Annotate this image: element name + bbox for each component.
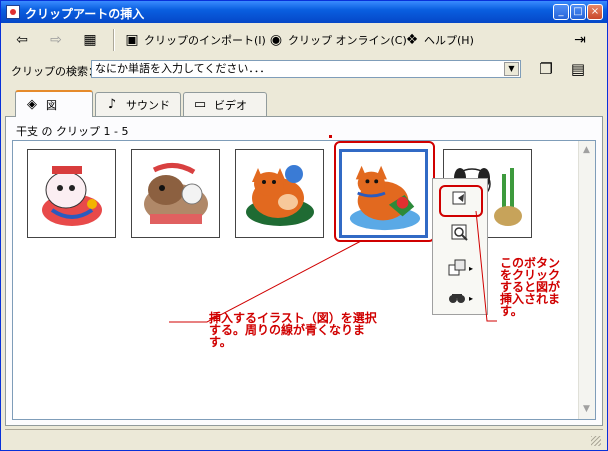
annotation-select-note: 挿入するイラスト（図）を選択 する。周りの線が青くなりま す。 bbox=[209, 312, 377, 348]
annotation-line: する。周りの線が青くなりま bbox=[209, 323, 366, 337]
annotation-line: す。 bbox=[209, 335, 232, 349]
tab-pictures[interactable]: ◈ 図 bbox=[15, 90, 93, 117]
status-bar bbox=[5, 429, 603, 448]
annotation-line: す。 bbox=[500, 304, 523, 318]
tab-pictures-label: 図 bbox=[46, 98, 57, 112]
clipart-window: クリップアートの挿入 _ □ × ⇦ ⇨ ▦ ▣ クリップのインポート(I) ◉… bbox=[0, 0, 608, 451]
right-pointer-line bbox=[475, 210, 497, 322]
annotation-pointers bbox=[169, 210, 497, 323]
pictures-icon: ◈ bbox=[27, 97, 37, 112]
left-pointer-line bbox=[169, 240, 362, 323]
resize-grip-icon[interactable] bbox=[591, 436, 601, 446]
annotation-insert-note: このボタン をクリック すると図が 挿入されま す。 bbox=[500, 257, 560, 317]
